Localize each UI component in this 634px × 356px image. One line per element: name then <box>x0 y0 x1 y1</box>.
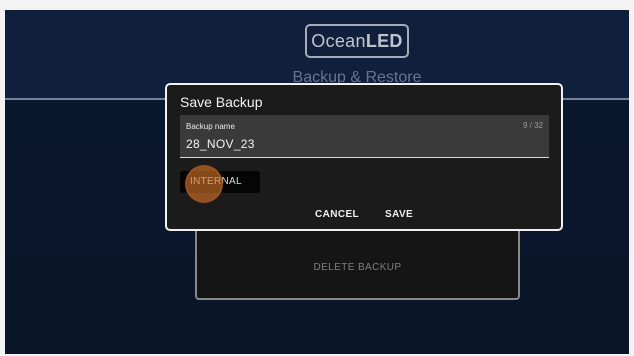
character-counter: 9 / 32 <box>522 121 543 130</box>
backup-name-label: Backup name <box>186 122 235 131</box>
app-screen: Ocean LED Backup & Restore DELETE BACKUP … <box>5 10 629 354</box>
touch-indicator <box>185 165 223 203</box>
save-button[interactable]: SAVE <box>385 209 413 220</box>
save-backup-dialog: Save Backup Backup name 28_NOV_23 9 / 32… <box>165 83 563 231</box>
backup-name-field[interactable]: Backup name 28_NOV_23 9 / 32 <box>180 115 549 158</box>
cancel-button[interactable]: CANCEL <box>315 209 359 220</box>
backup-name-value[interactable]: 28_NOV_23 <box>186 137 255 151</box>
dialog-title: Save Backup <box>180 94 263 110</box>
